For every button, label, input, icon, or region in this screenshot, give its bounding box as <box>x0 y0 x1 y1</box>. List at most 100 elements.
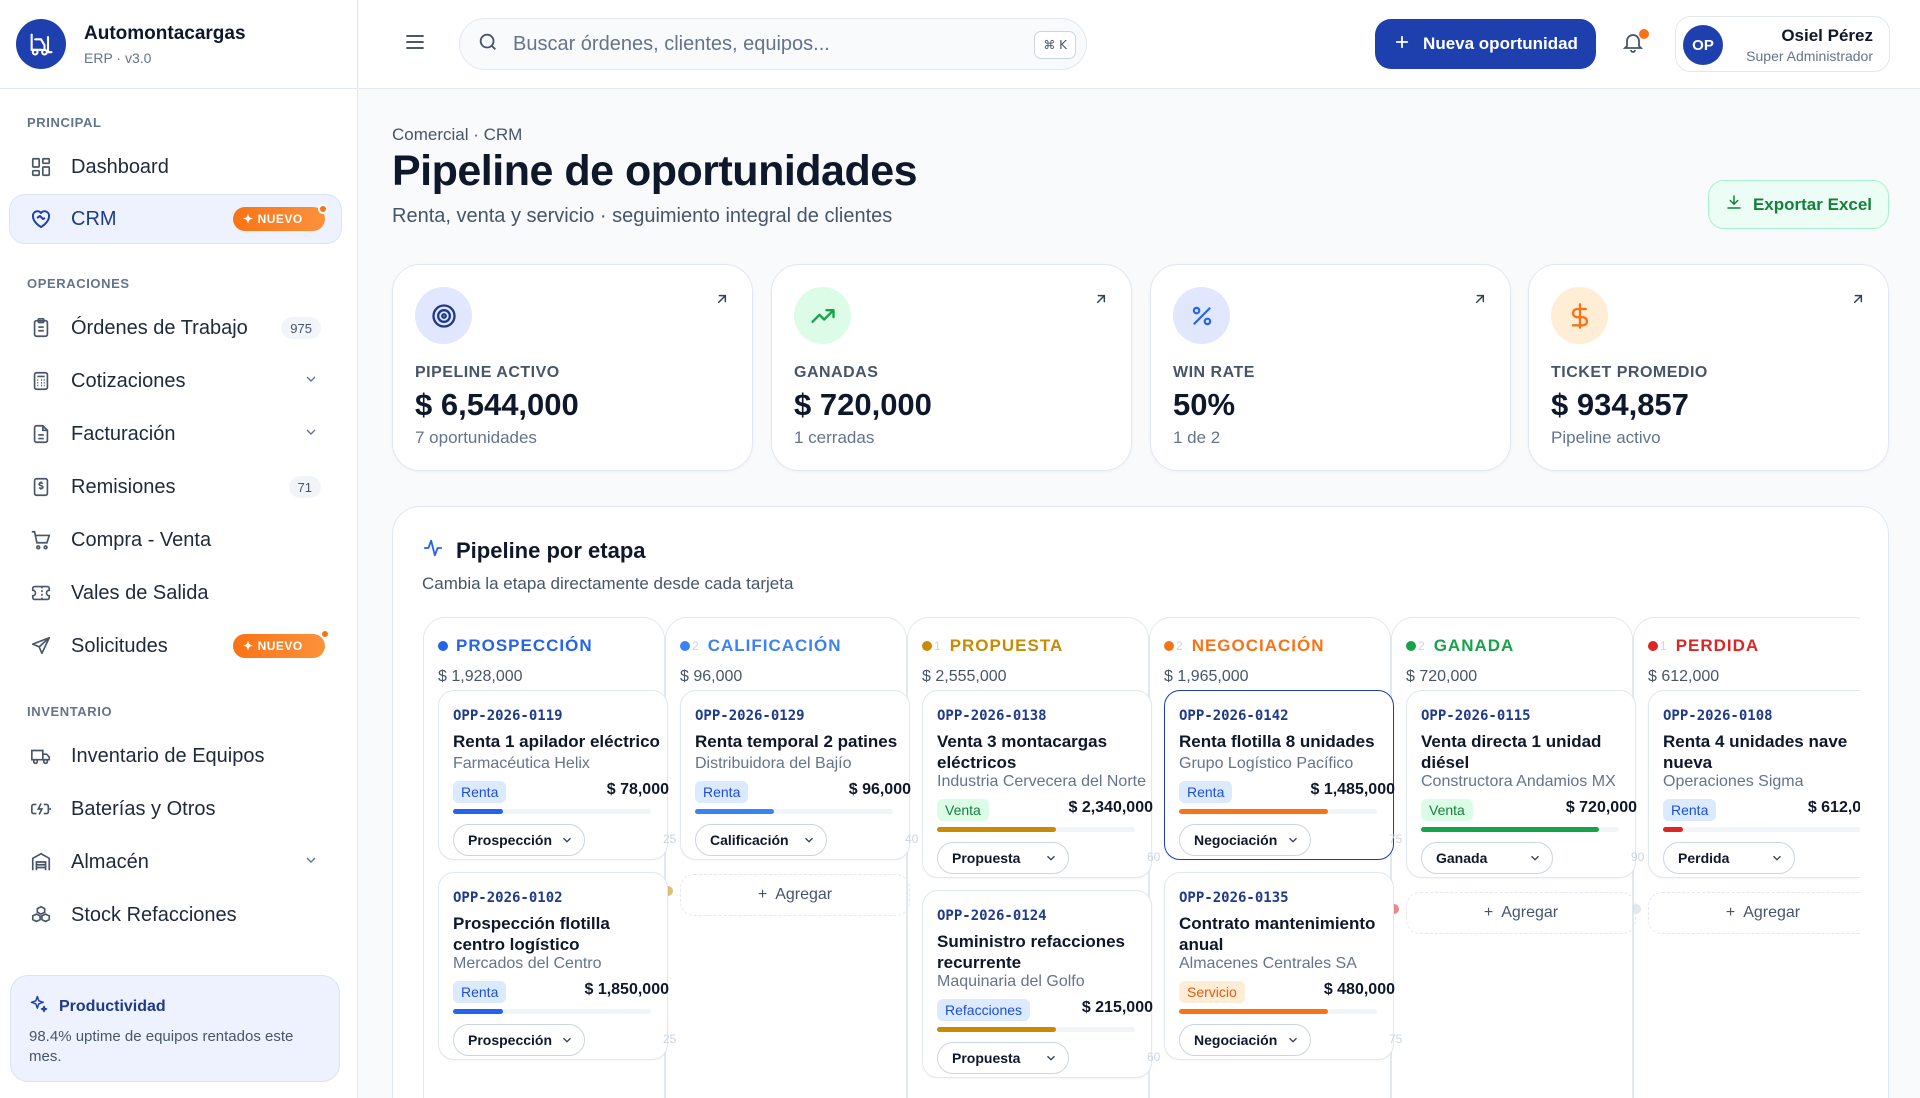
pipeline-column: 1 PROPUESTA $ 2,555,000 OPP-2026-0138 Venta … <box>907 617 1160 1098</box>
opportunity-card[interactable]: OPP-2026-0108 Renta 4 unidades nave nueva… <box>1648 690 1860 878</box>
column-count: 1 <box>1660 639 1668 653</box>
target-icon <box>415 287 472 344</box>
stage-select[interactable]: Propuesta <box>937 1042 1069 1074</box>
probability-label: 60 <box>1147 1050 1161 1064</box>
sidebar-item-remisiones[interactable]: Remisiones 71 <box>10 462 341 512</box>
arrow-up-right-icon[interactable] <box>1093 291 1109 312</box>
sidebar-item-dashboard[interactable]: Dashboard <box>10 142 341 192</box>
kpi-sub: Pipeline activo <box>1551 428 1661 447</box>
brand-version: ERP · v3.0 <box>84 49 152 66</box>
user-menu[interactable]: OP Osiel Pérez Super Administrador <box>1675 16 1890 72</box>
opportunity-card[interactable]: OPP-2026-0102 Prospección flotilla centro… <box>438 872 676 1060</box>
opportunity-title: Suministro refacciones recurrente <box>937 932 1126 972</box>
type-tag: Refacciones <box>937 999 1031 1021</box>
sidebar-item-solicitudes[interactable]: Solicitudes ✦ NUEVO <box>10 621 341 671</box>
chevron-down-icon <box>1770 851 1784 868</box>
add-label: Agregar <box>1501 904 1559 921</box>
stage-select[interactable]: Perdida <box>1663 842 1795 874</box>
stage-select[interactable]: Prospección <box>453 824 585 856</box>
board-subtitle: Cambia la etapa directamente desde cada … <box>422 574 794 593</box>
opportunity-card[interactable]: OPP-2026-0142 Renta flotilla 8 unidades Gr… <box>1164 690 1402 860</box>
opportunity-card[interactable]: OPP-2026-0138 Venta 3 montacargas eléctri… <box>922 690 1160 878</box>
probability-label: 75 <box>1389 1032 1403 1046</box>
column-title: NEGOCIACIÓN <box>1191 636 1325 655</box>
opportunity-card[interactable]: OPP-2026-0135 Contrato mantenimiento anua… <box>1164 872 1402 1060</box>
column-title: PROPUESTA <box>949 636 1064 655</box>
sidebar-item-label: Cotizaciones <box>71 369 186 392</box>
stage-select[interactable]: Negociación <box>1179 824 1311 856</box>
sidebar-item-label: Remisiones <box>71 475 176 498</box>
stage-select[interactable]: Negociación <box>1179 1024 1311 1056</box>
kpi-card-win-rate[interactable]: WIN RATE 50% 1 de 2 <box>1150 264 1511 471</box>
sidebar-item-label: Vales de Salida <box>71 581 209 604</box>
kpi-card-ticket-promedio[interactable]: TICKET PROMEDIO $ 934,857 Pipeline activ… <box>1528 264 1889 471</box>
sidebar: Automontacargas ERP · v3.0 PRINCIPAL Das… <box>0 0 358 1098</box>
chevron-down-icon <box>1286 833 1300 850</box>
client-name: Constructora Andamios MX <box>1421 773 1616 790</box>
send-icon <box>28 633 54 659</box>
opportunity-card[interactable]: OPP-2026-0119 Renta 1 apilador eléctrico F… <box>438 690 676 860</box>
stage-select[interactable]: Propuesta <box>937 842 1069 874</box>
stage-select-value: Negociación <box>1194 1032 1278 1048</box>
sparkle-icon: ✦ <box>243 639 254 653</box>
notification-dot <box>1639 29 1649 39</box>
add-opportunity-button[interactable]: + Agregar <box>1648 892 1860 934</box>
sidebar-item-baterias[interactable]: Baterías y Otros <box>10 784 341 834</box>
add-opportunity-button[interactable]: + Agregar <box>680 874 910 916</box>
progress-fill <box>937 1027 1056 1032</box>
search-input[interactable] <box>513 32 1013 56</box>
user-name: Osiel Pérez <box>1781 26 1873 45</box>
productivity-card: Productividad 98.4% uptime de equipos re… <box>10 975 340 1082</box>
sidebar-item-crm[interactable]: CRM ✦ NUEVO <box>9 194 342 244</box>
sidebar-item-facturacion[interactable]: Facturación <box>10 409 341 459</box>
kpi-label: TICKET PROMEDIO <box>1551 364 1708 381</box>
chevron-down-icon <box>802 833 816 850</box>
progress-fill <box>453 1009 503 1014</box>
sidebar-item-inventario-equipos[interactable]: Inventario de Equipos <box>10 731 341 781</box>
calculator-icon <box>28 368 54 394</box>
progress-bar <box>937 1027 1135 1032</box>
opportunity-card[interactable]: OPP-2026-0124 Suministro refacciones recu… <box>922 890 1160 1078</box>
opportunity-title: Prospección flotilla centro logístico <box>453 914 610 954</box>
sidebar-item-cotizaciones[interactable]: Cotizaciones <box>10 356 341 406</box>
pipeline-column: 1 PERDIDA $ 612,000 OPP-2026-0108 Renta 4 un… <box>1631 617 1860 1098</box>
opportunity-amount: $ 96,000 <box>848 781 911 798</box>
export-excel-button[interactable]: Exportar Excel <box>1708 180 1889 229</box>
arrow-up-right-icon[interactable] <box>1472 291 1488 312</box>
arrow-up-right-icon[interactable] <box>1850 291 1866 312</box>
stage-dot <box>1164 641 1174 651</box>
client-name: Operaciones Sigma <box>1663 773 1804 790</box>
stage-select[interactable]: Ganada <box>1421 842 1553 874</box>
column-title: PROSPECCIÓN <box>456 636 593 655</box>
stage-select[interactable]: Prospección <box>453 1024 585 1056</box>
column-count: 1 <box>934 639 942 653</box>
opportunity-title: Venta directa 1 unidad diésel <box>1421 732 1602 772</box>
new-opportunity-button[interactable]: Nueva oportunidad <box>1375 19 1596 69</box>
progress-bar <box>453 1009 651 1014</box>
arrow-up-right-icon[interactable] <box>714 291 730 312</box>
opportunity-card[interactable]: OPP-2026-0115 Venta directa 1 unidad diés… <box>1406 690 1644 878</box>
sidebar-item-compra-venta[interactable]: Compra - Venta <box>10 515 341 565</box>
chevron-down-icon <box>1044 851 1058 868</box>
progress-fill <box>1179 809 1328 814</box>
opportunity-card[interactable]: OPP-2026-0129 Renta temporal 2 patines Dis… <box>680 690 918 860</box>
boxes-icon <box>28 902 54 928</box>
kpi-card-pipeline-activo[interactable]: PIPELINE ACTIVO $ 6,544,000 7 oportunida… <box>392 264 753 471</box>
stage-select[interactable]: Calificación <box>695 824 827 856</box>
search-bar[interactable]: ⌘ K <box>459 18 1087 70</box>
hamburger-menu-icon[interactable] <box>403 30 427 59</box>
brand[interactable]: Automontacargas ERP · v3.0 <box>0 0 357 89</box>
plus-icon <box>1393 33 1411 56</box>
stage-select-value: Propuesta <box>952 850 1021 866</box>
kpi-card-ganadas[interactable]: GANADAS $ 720,000 1 cerradas <box>771 264 1132 471</box>
plus-icon: + <box>1483 904 1494 921</box>
column-total: $ 1,928,000 <box>438 668 523 685</box>
sidebar-item-stock-refacciones[interactable]: Stock Refacciones <box>10 890 341 940</box>
sidebar-item-vales[interactable]: Vales de Salida <box>10 568 341 618</box>
sidebar-item-almacen[interactable]: Almacén <box>10 837 341 887</box>
chevron-down-icon <box>1044 1051 1058 1068</box>
add-opportunity-button[interactable]: + Agregar <box>1406 892 1636 934</box>
user-role: Super Administrador <box>1746 48 1873 64</box>
column-total: $ 96,000 <box>680 668 743 685</box>
sidebar-item-ordenes[interactable]: Órdenes de Trabajo 975 <box>10 303 341 353</box>
